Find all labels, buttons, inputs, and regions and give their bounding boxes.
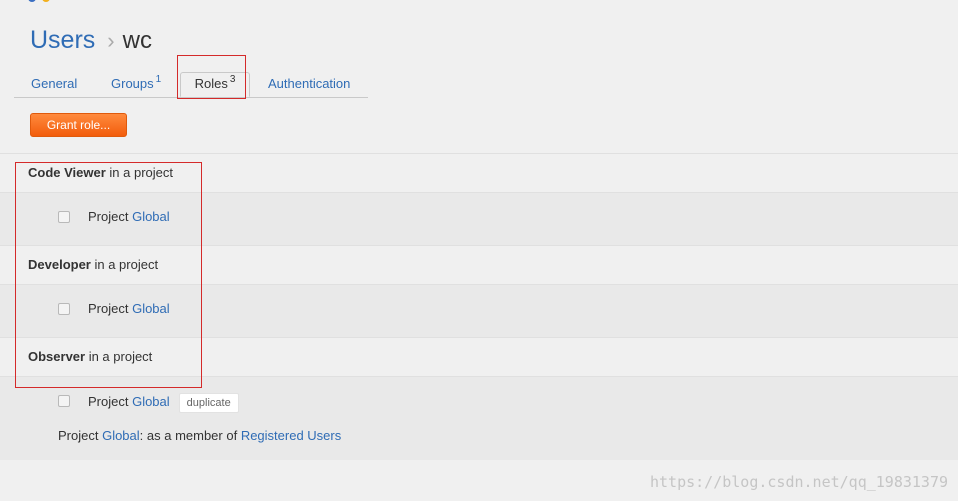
role-header: Code Viewer in a project [0,153,958,192]
tab-label: General [31,76,78,91]
member-prefix: Project [58,428,103,443]
role-header: Observer in a project [0,337,958,376]
role-name: Code Viewer [28,165,106,180]
member-text: : as a member of [139,428,241,443]
list-item: Project Global duplicate [0,377,958,423]
duplicate-badge: duplicate [178,393,239,413]
project-prefix: Project [88,301,133,316]
project-prefix: Project [88,209,133,224]
select-checkbox[interactable] [58,303,70,315]
select-checkbox[interactable] [58,395,70,407]
role-header: Developer in a project [0,245,958,284]
assignment-text: Project Global duplicate [88,393,239,413]
project-link[interactable]: Global [132,209,170,224]
project-prefix: Project [88,394,133,409]
role-name: Developer [28,257,91,272]
breadcrumb-users-link[interactable]: Users [30,26,95,55]
breadcrumb: Users › wc [30,26,152,56]
project-link[interactable]: Global [132,394,170,409]
page-title: wc [122,27,152,54]
role-scope: in a project [90,257,159,272]
select-checkbox[interactable] [58,211,70,223]
app-logo [28,0,68,2]
tab-count: 1 [155,74,162,85]
role-assignments: Project Global [0,192,958,245]
assignment-text: Project Global [88,209,170,224]
role-scope: in a project [85,349,153,364]
list-item: Project Global [0,285,958,331]
list-item: Project Global [0,193,958,239]
grant-role-button[interactable]: Grant role... [30,113,127,137]
role-assignments: Project Global duplicate Project Global: … [0,376,958,460]
role-assignments: Project Global [0,284,958,337]
tab-bar: General Groups 1 Roles 3 Authentication [14,72,368,98]
watermark: https://blog.csdn.net/qq_19831379 [649,473,948,491]
tab-count: 3 [229,74,236,85]
role-list: Code Viewer in a project Project Global … [0,153,958,460]
tab-label: Authentication [268,76,351,91]
tab-groups[interactable]: Groups 1 [111,72,161,96]
tab-label: Roles [194,76,228,91]
assignment-text: Project Global [88,301,170,316]
breadcrumb-separator-icon: › [107,28,115,53]
role-scope: in a project [105,165,173,180]
tab-roles[interactable]: Roles 3 [180,72,250,97]
project-link[interactable]: Global [132,301,170,316]
group-link[interactable]: Registered Users [241,428,341,443]
role-name: Observer [28,349,86,364]
tab-general[interactable]: General [31,72,77,96]
membership-note: Project Global: as a member of Registere… [58,428,341,443]
tab-authentication[interactable]: Authentication [268,72,350,96]
project-link[interactable]: Global [102,428,140,443]
tab-label: Groups [111,76,154,91]
